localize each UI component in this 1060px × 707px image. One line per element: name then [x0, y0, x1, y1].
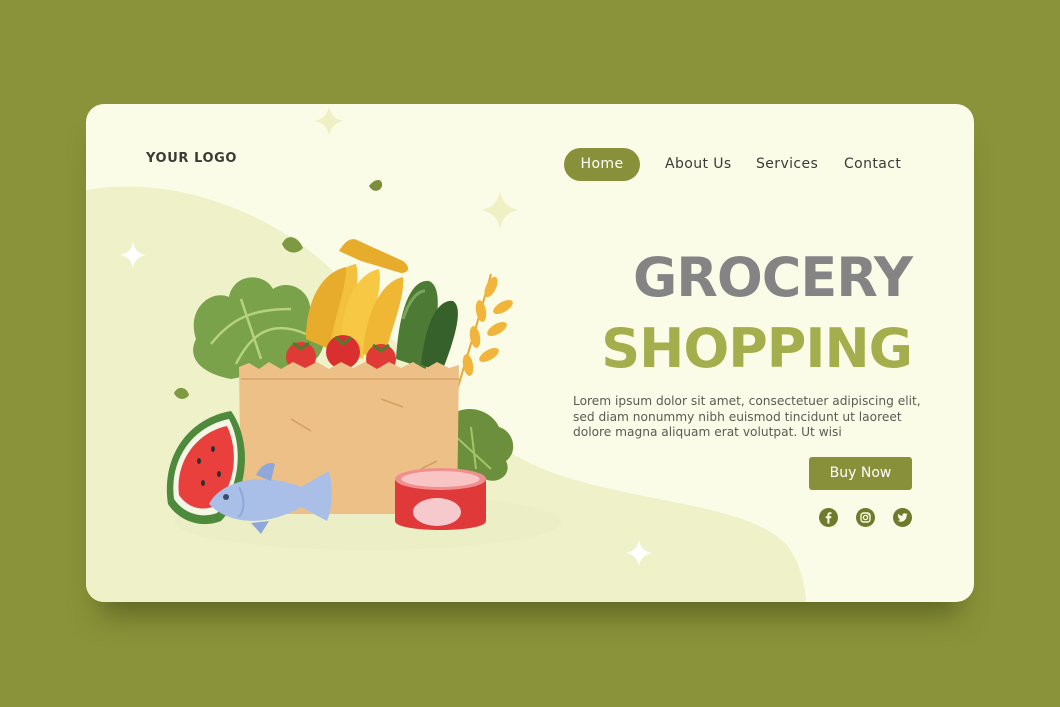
wheat-icon — [455, 273, 513, 395]
hero-title-line2: SHOPPING — [601, 317, 913, 380]
sparkle-icon — [625, 539, 653, 567]
instagram-icon[interactable] — [856, 508, 875, 527]
grocery-illustration — [166, 179, 561, 550]
leaf-icon — [174, 387, 189, 399]
nav-item-contact[interactable]: Contact — [844, 148, 901, 181]
hero-description: Lorem ipsum dolor sit amet, consectetuer… — [573, 394, 921, 440]
logo-text[interactable]: YOUR LOGO — [146, 151, 237, 166]
nav-item-about-us[interactable]: About Us — [665, 148, 732, 181]
buy-now-button[interactable]: Buy Now — [809, 457, 912, 490]
leaf-icon — [282, 237, 303, 253]
cucumber-icon — [396, 280, 458, 374]
facebook-icon[interactable] — [819, 508, 838, 527]
hero-title-line1: GROCERY — [632, 246, 913, 309]
canned-food-icon — [395, 468, 486, 530]
nav-item-services[interactable]: Services — [756, 148, 818, 181]
nav-item-home[interactable]: Home — [564, 148, 640, 181]
leaf-icon — [369, 179, 383, 191]
landing-card: YOUR LOGO Home About Us Services Contact… — [86, 104, 974, 602]
twitter-icon[interactable] — [893, 508, 912, 527]
sparkle-icon — [314, 106, 344, 136]
